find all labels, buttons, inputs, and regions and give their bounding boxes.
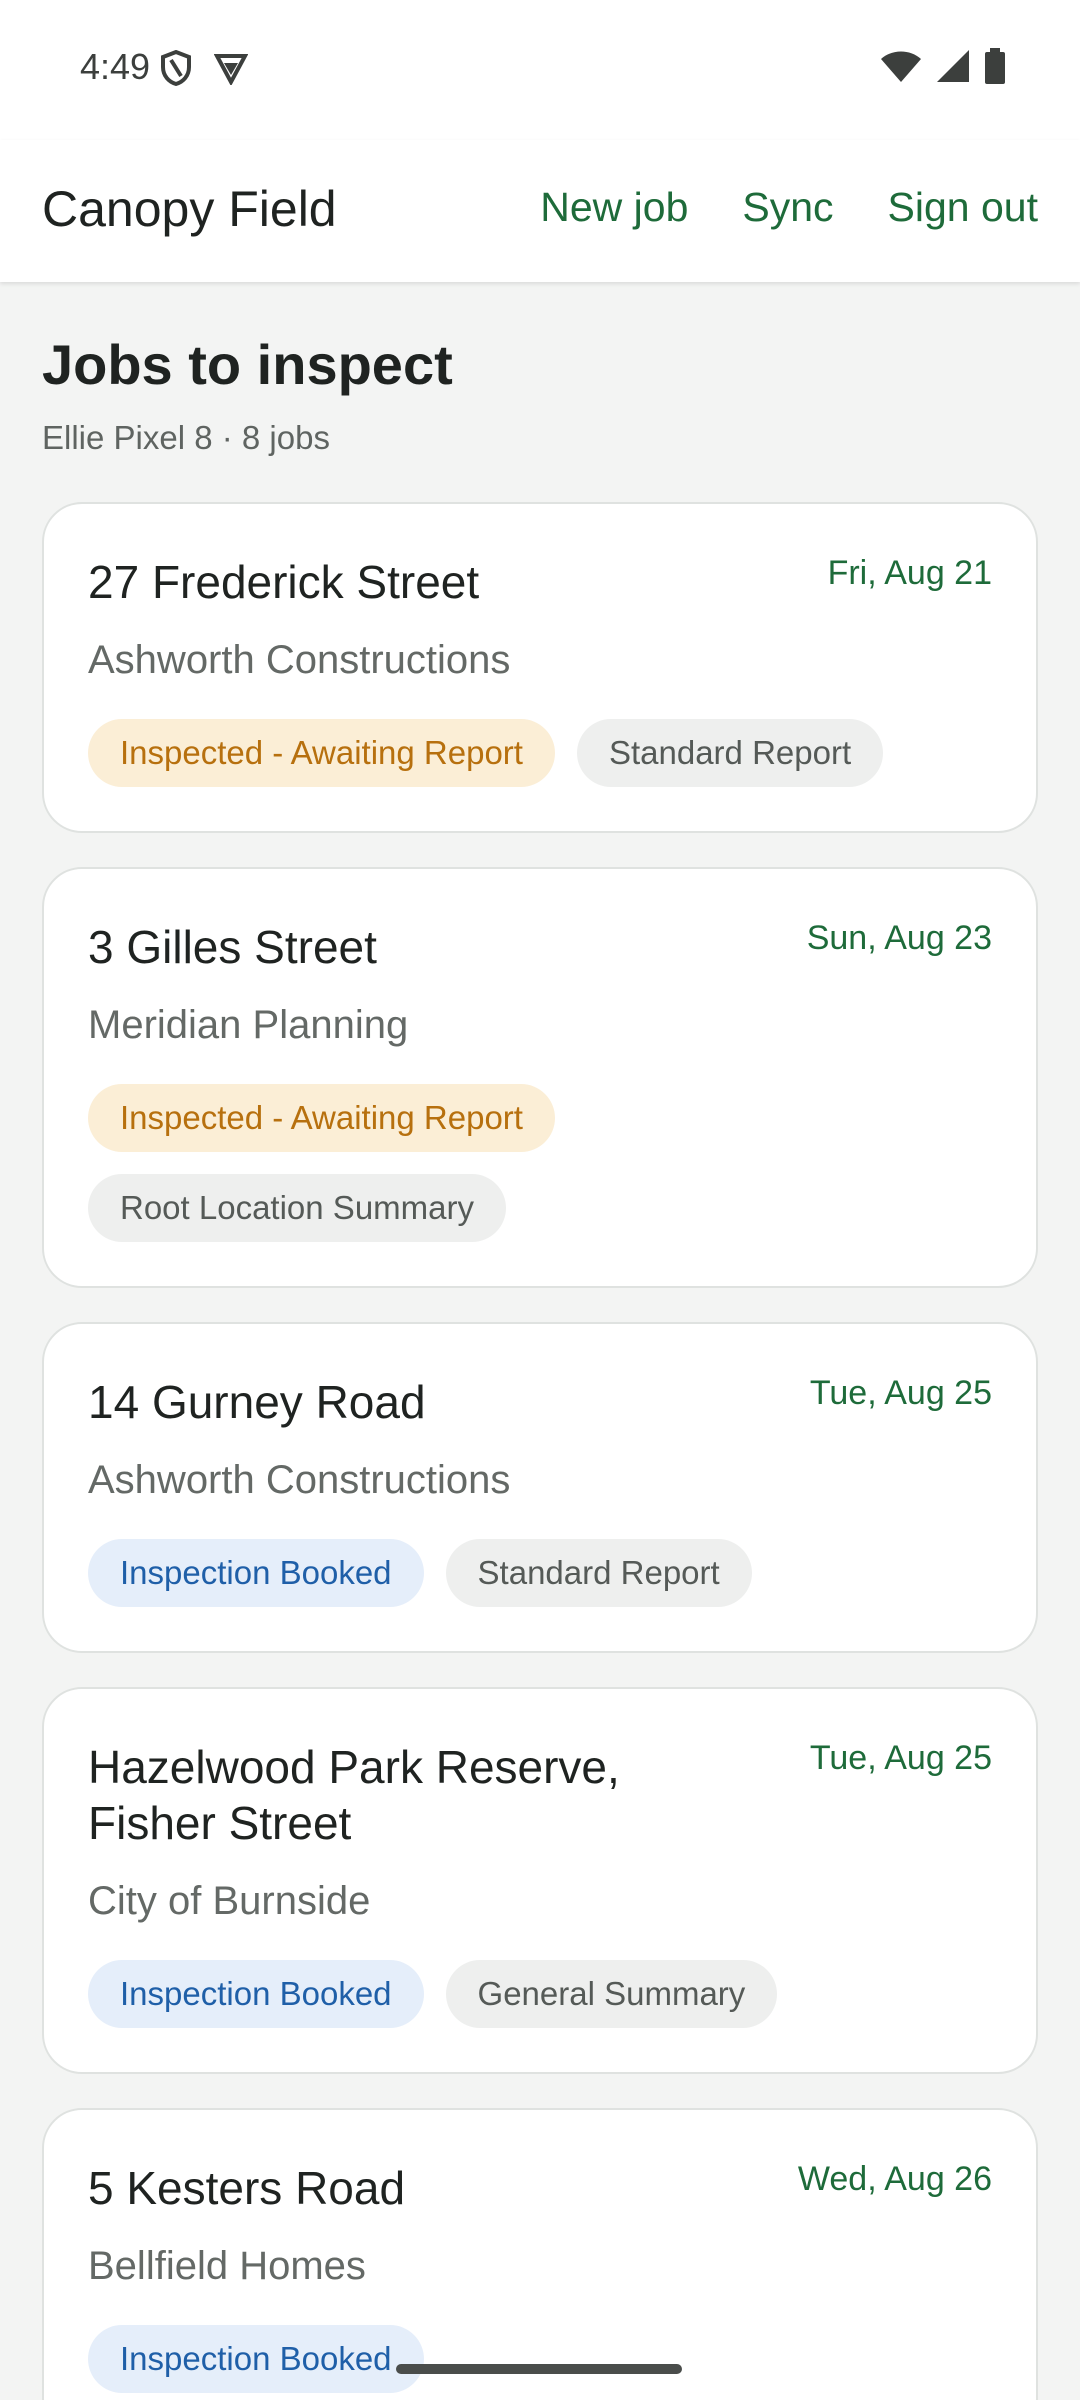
job-chips: Inspection Booked General Summary	[88, 1960, 992, 2028]
new-job-button[interactable]: New job	[540, 184, 688, 231]
job-card[interactable]: 14 Gurney Road Tue, Aug 25 Ashworth Cons…	[42, 1322, 1038, 1653]
job-card[interactable]: 27 Frederick Street Fri, Aug 21 Ashworth…	[42, 502, 1038, 833]
report-type-chip: Root Location Summary	[88, 1174, 506, 1242]
job-card[interactable]: 3 Gilles Street Sun, Aug 23 Meridian Pla…	[42, 867, 1038, 1288]
app-actions: New job Sync Sign out	[540, 184, 1038, 231]
job-address: 5 Kesters Road	[88, 2162, 406, 2214]
job-date: Tue, Aug 25	[809, 1374, 992, 1412]
job-client: Bellfield Homes	[88, 2244, 366, 2288]
job-address: 3 Gilles Street	[88, 921, 377, 973]
status-bar: 4:49	[0, 0, 1080, 140]
status-chip: Inspected - Awaiting Report	[88, 719, 555, 787]
report-type-chip: Standard Report	[576, 719, 884, 787]
job-date: Wed, Aug 26	[797, 2160, 992, 2198]
page-title: Jobs to inspect	[42, 333, 453, 396]
job-client: Ashworth Constructions	[88, 638, 511, 682]
job-client: Ashworth Constructions	[88, 1458, 511, 1502]
job-date: Sun, Aug 23	[806, 919, 992, 957]
job-chips: Inspected - Awaiting Report Standard Rep…	[88, 719, 992, 787]
app-title: Canopy Field	[42, 181, 337, 237]
app-bar: Canopy Field New job Sync Sign out	[0, 140, 1080, 282]
shield-icon	[160, 49, 192, 91]
job-chips: Inspection Booked Standard Report	[88, 1539, 992, 1607]
wifi-icon	[880, 49, 922, 88]
home-indicator[interactable]	[396, 2364, 682, 2374]
job-date: Fri, Aug 21	[827, 554, 992, 592]
page-header: Jobs to inspect Ellie Pixel 8 · 8 jobs	[42, 332, 453, 457]
battery-icon	[984, 48, 1006, 89]
status-chip: Inspection Booked	[88, 1960, 424, 2028]
report-type-chip: General Summary	[445, 1960, 778, 2028]
status-chip: Inspection Booked	[88, 2325, 424, 2393]
job-address: 27 Frederick Street	[88, 556, 480, 608]
job-address: Hazelwood Park Reserve, Fisher Street	[88, 1741, 620, 1849]
sign-out-button[interactable]: Sign out	[888, 184, 1038, 231]
job-list: 27 Frederick Street Fri, Aug 21 Ashworth…	[42, 502, 1038, 2400]
job-card[interactable]: Hazelwood Park Reserve, Fisher Street Tu…	[42, 1687, 1038, 2074]
job-address: 14 Gurney Road	[88, 1376, 426, 1428]
status-chip: Inspected - Awaiting Report	[88, 1084, 555, 1152]
status-left-icons	[160, 49, 249, 91]
job-chips: Inspection Booked	[88, 2325, 992, 2393]
status-time: 4:49	[80, 46, 151, 87]
status-right-icons	[880, 48, 1006, 89]
sync-button[interactable]: Sync	[742, 184, 833, 231]
job-card[interactable]: 5 Kesters Road Wed, Aug 26 Bellfield Hom…	[42, 2108, 1038, 2400]
page-subtitle: Ellie Pixel 8 · 8 jobs	[42, 419, 330, 456]
signal-icon	[936, 49, 970, 88]
report-type-chip: Standard Report	[445, 1539, 752, 1607]
status-chip: Inspection Booked	[88, 1539, 424, 1607]
job-client: Meridian Planning	[88, 1003, 409, 1047]
job-date: Tue, Aug 25	[809, 1739, 992, 1777]
vpn-icon	[213, 51, 249, 90]
job-chips: Inspected - Awaiting Report Root Locatio…	[88, 1084, 688, 1242]
job-client: City of Burnside	[88, 1879, 371, 1923]
